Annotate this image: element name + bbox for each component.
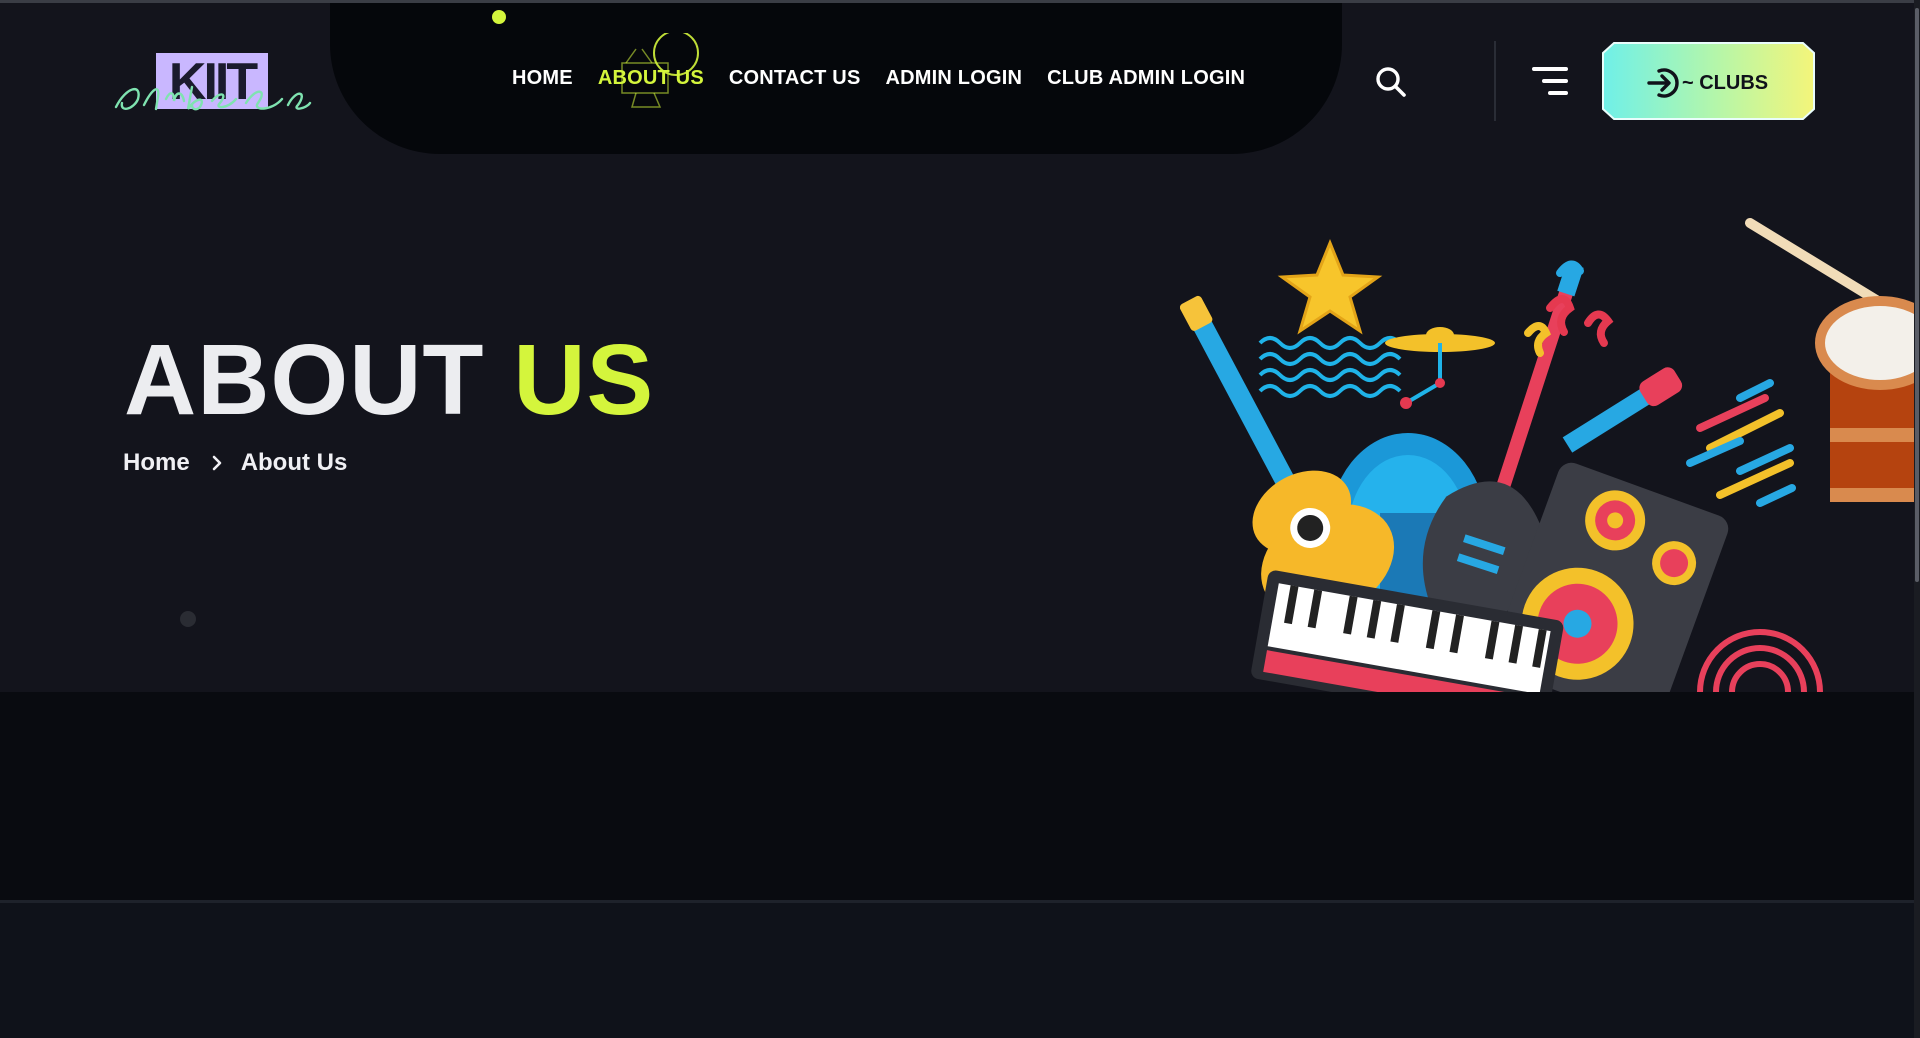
page-title-part1: ABOUT [124, 324, 485, 436]
bottom-section [0, 903, 1914, 1038]
logo-image: KIIT [114, 53, 312, 111]
site-header: KIIT HOME ABOUT US CONTACT US ADMIN LOGI… [0, 3, 1914, 158]
page-title-part2: US [513, 324, 655, 436]
nav-about-us[interactable]: ABOUT US [598, 67, 704, 90]
login-icon [1647, 68, 1679, 98]
nav-club-admin-login[interactable]: CLUB ADMIN LOGIN [1047, 67, 1245, 90]
header-divider [1494, 41, 1496, 121]
main-nav: HOME ABOUT US CONTACT US ADMIN LOGIN CLU… [512, 67, 1270, 90]
search-icon[interactable] [1374, 65, 1408, 99]
site-logo[interactable]: KIIT [112, 47, 312, 117]
clubs-button[interactable]: ~ CLUBS [1602, 41, 1815, 121]
breadcrumb-current: About Us [240, 449, 348, 476]
nav-admin-login[interactable]: ADMIN LOGIN [885, 67, 1022, 90]
hero-banner: ABOUT US Home About Us [0, 158, 1914, 692]
page-title: ABOUT US [124, 323, 654, 438]
logo-text: KIIT [169, 53, 258, 111]
content-band [0, 692, 1914, 902]
scrollbar-thumb[interactable] [1915, 8, 1919, 582]
page-scrollbar[interactable] [1914, 0, 1920, 1038]
hamburger-menu-icon[interactable] [1528, 65, 1568, 99]
music-instruments-illustration [1180, 218, 1914, 692]
breadcrumb-home[interactable]: Home [123, 449, 190, 477]
nav-home[interactable]: HOME [512, 67, 573, 90]
chevron-right-icon [212, 455, 221, 471]
decorative-dot [180, 611, 196, 627]
nav-contact-us[interactable]: CONTACT US [729, 67, 861, 90]
decorative-dot [492, 10, 506, 24]
breadcrumb: Home About Us [123, 449, 347, 477]
clubs-button-label: ~ CLUBS [1682, 72, 1769, 94]
